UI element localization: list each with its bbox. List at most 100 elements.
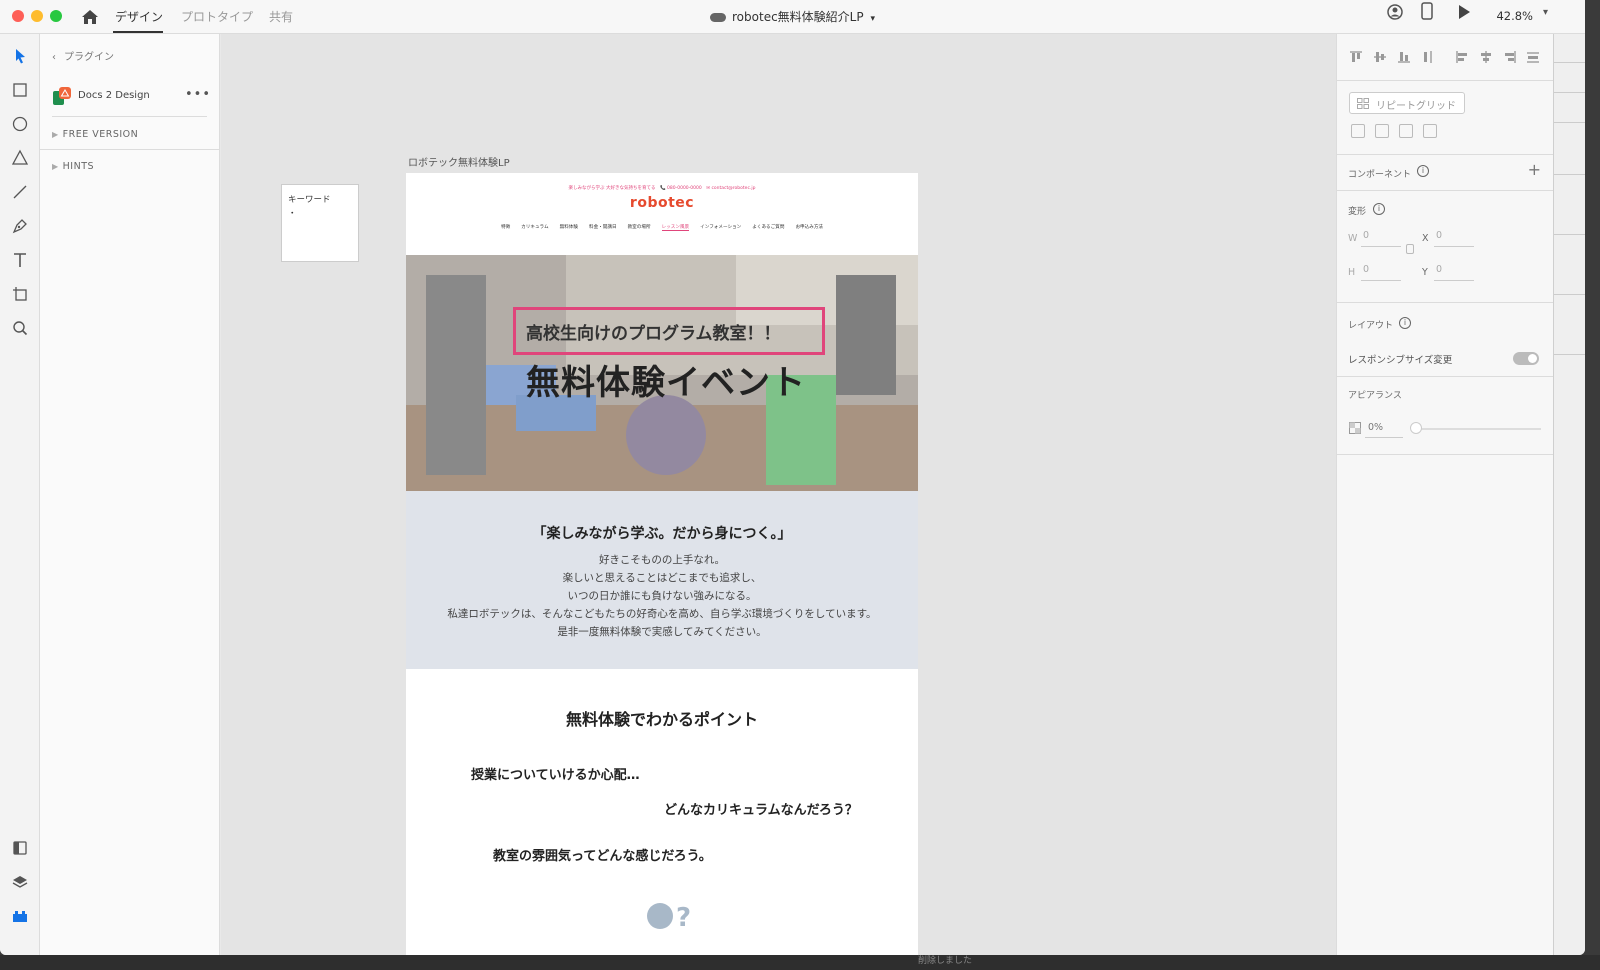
align-center-icon[interactable] xyxy=(1479,50,1493,64)
grid-icon xyxy=(1357,98,1369,109)
title-bar: デザイン プロトタイプ 共有 robotec無料体験紹介LP ▾ 42.8% ▾ xyxy=(0,0,1585,34)
divider xyxy=(1554,92,1585,93)
plus-icon[interactable]: + xyxy=(1528,160,1541,179)
repeat-grid-button[interactable]: リピートグリッド xyxy=(1349,92,1465,114)
divider xyxy=(1337,302,1553,303)
keyword-sticky-card[interactable]: キーワード ・ xyxy=(281,184,359,262)
width-underline xyxy=(1361,246,1401,247)
align-top-icon[interactable] xyxy=(1349,50,1363,64)
height-input[interactable]: 0 xyxy=(1363,264,1369,275)
rectangle-tool-icon[interactable] xyxy=(10,80,30,100)
section-hints[interactable]: ▶ HINTS xyxy=(52,161,94,172)
info-icon[interactable]: i xyxy=(1373,203,1385,215)
zoom-level[interactable]: 42.8% xyxy=(1496,9,1533,23)
mobile-preview-icon[interactable] xyxy=(1421,1,1433,21)
align-middle-icon[interactable] xyxy=(1373,50,1387,64)
artboard-label[interactable]: ロボテック無料体験LP xyxy=(408,154,510,169)
about-line: いつの日か誰にも負けない強みになる。 xyxy=(567,590,757,602)
divider xyxy=(40,149,219,150)
info-icon[interactable]: i xyxy=(1399,317,1411,329)
lp-nav-item: お申込み方法 xyxy=(795,225,824,230)
lp-nav-item: 特徴 xyxy=(500,225,511,230)
width-label: W xyxy=(1348,233,1358,244)
lp-nav-item: よくあるご質問 xyxy=(752,225,785,230)
hero-section[interactable]: 高校生向けのプログラム教室！！ 無料体験イベント xyxy=(406,255,918,491)
align-left-icon[interactable] xyxy=(1455,50,1469,64)
select-tool-icon[interactable] xyxy=(10,46,30,66)
opacity-slider-knob[interactable] xyxy=(1410,422,1422,434)
divider xyxy=(1337,376,1553,377)
plugins-back-link[interactable]: ‹ プラグイン xyxy=(52,48,114,63)
active-tab-indicator xyxy=(113,31,163,33)
polygon-tool-icon[interactable] xyxy=(10,148,30,168)
divider xyxy=(1554,122,1585,123)
transform-label: 変形 xyxy=(1348,207,1367,217)
exclude-icon[interactable] xyxy=(1423,124,1437,138)
divider xyxy=(1337,154,1553,155)
x-label: X xyxy=(1422,233,1429,244)
property-inspector: リピートグリッド コンポーネント i + 変形 i W 0 X 0 H 0 Y … xyxy=(1336,34,1553,955)
plugin-name: Docs 2 Design xyxy=(78,90,150,101)
width-input[interactable]: 0 xyxy=(1363,230,1369,241)
intersect-icon[interactable] xyxy=(1399,124,1413,138)
align-right-icon[interactable] xyxy=(1503,50,1517,64)
artboard-tool-icon[interactable] xyxy=(10,284,30,304)
align-bottom-icon[interactable] xyxy=(1397,50,1411,64)
app-window: デザイン プロトタイプ 共有 robotec無料体験紹介LP ▾ 42.8% ▾ xyxy=(0,0,1585,955)
about-line: 好きこそものの上手なれ。 xyxy=(598,554,726,566)
zoom-chevron-icon[interactable]: ▾ xyxy=(1543,7,1548,18)
points-title: 無料体験でわかるポイント xyxy=(565,710,758,729)
play-icon[interactable] xyxy=(1457,2,1471,22)
appearance-label: アピアランス xyxy=(1348,391,1402,401)
pen-tool-icon[interactable] xyxy=(10,216,30,236)
svg-text:?: ? xyxy=(676,903,691,930)
lp-nav-item: インフォメーション xyxy=(700,225,742,230)
user-icon[interactable] xyxy=(1387,2,1403,22)
distribute-horizontal-icon[interactable] xyxy=(1526,50,1540,64)
divider xyxy=(1554,354,1585,355)
background-window-strip xyxy=(1553,34,1585,955)
union-icon[interactable] xyxy=(1351,124,1365,138)
about-line: 楽しいと思えることはどこまでも追求し、 xyxy=(562,572,762,584)
height-label: H xyxy=(1348,267,1356,278)
status-text: 削除しました xyxy=(918,956,973,966)
question-text: 教室の雰囲気ってどんな感じだろう。 xyxy=(493,849,712,864)
chevron-left-icon: ‹ xyxy=(52,52,56,63)
responsive-resize-toggle[interactable] xyxy=(1513,352,1539,365)
opacity-slider-track[interactable] xyxy=(1417,428,1541,430)
bottom-status-bar: 削除しました xyxy=(0,955,1600,970)
ellipse-tool-icon[interactable] xyxy=(10,114,30,134)
artboard[interactable]: 楽しみながら学ぶ 大好きな気持ちを育てる 📞 080-0000-0000 ✉ c… xyxy=(406,173,918,955)
plugin-docs2design[interactable]: Docs 2 Design ••• xyxy=(50,84,215,110)
layers-icon[interactable] xyxy=(10,872,30,892)
about-section: 「楽しみながら学ぶ。だから身につく。」 好きこそものの上手なれ。 楽しいと思える… xyxy=(406,491,918,669)
layout-label: レイアウト xyxy=(1348,321,1394,331)
more-options-icon[interactable]: ••• xyxy=(185,87,211,102)
section-free-version[interactable]: ▶ FREE VERSION xyxy=(52,129,138,140)
divider xyxy=(1554,174,1585,175)
subtract-icon[interactable] xyxy=(1375,124,1389,138)
design-canvas[interactable]: キーワード ・ ロボテック無料体験LP 楽しみながら学ぶ 大好きな気持ちを育てる… xyxy=(221,34,1336,955)
lp-nav-item: 教室の場所 xyxy=(627,225,651,230)
opacity-input[interactable]: 0% xyxy=(1368,422,1383,433)
text-tool-icon[interactable] xyxy=(10,250,30,270)
divider xyxy=(1554,294,1585,295)
chevron-down-icon: ▾ xyxy=(870,14,875,24)
x-input[interactable]: 0 xyxy=(1436,230,1442,241)
line-tool-icon[interactable] xyxy=(10,182,30,202)
question-text: どんなカリキュラムなんだろう？ xyxy=(664,803,858,818)
about-title: 「楽しみながら学ぶ。だから身につく。」 xyxy=(532,526,792,542)
lp-contact-bar: 楽しみながら学ぶ 大好きな気持ちを育てる 📞 080-0000-0000 ✉ c… xyxy=(568,186,756,191)
plugins-icon[interactable] xyxy=(10,906,30,926)
divider xyxy=(1337,80,1553,81)
document-title[interactable]: robotec無料体験紹介LP ▾ xyxy=(0,8,1585,25)
zoom-tool-icon[interactable] xyxy=(10,318,30,338)
lock-aspect-icon[interactable] xyxy=(1406,244,1414,254)
y-input[interactable]: 0 xyxy=(1436,264,1442,275)
lp-nav: 特徴 カリキュラム 無料体験 料金・開講日 教室の場所 レッスン風景 インフォメ… xyxy=(406,224,918,231)
info-icon[interactable]: i xyxy=(1417,165,1429,177)
assets-icon[interactable] xyxy=(10,838,30,858)
distribute-vertical-icon[interactable] xyxy=(1421,50,1435,64)
question-text: 授業についていけるか心配… xyxy=(471,768,640,783)
hero-subtitle: 高校生向けのプログラム教室！！ xyxy=(526,324,781,344)
